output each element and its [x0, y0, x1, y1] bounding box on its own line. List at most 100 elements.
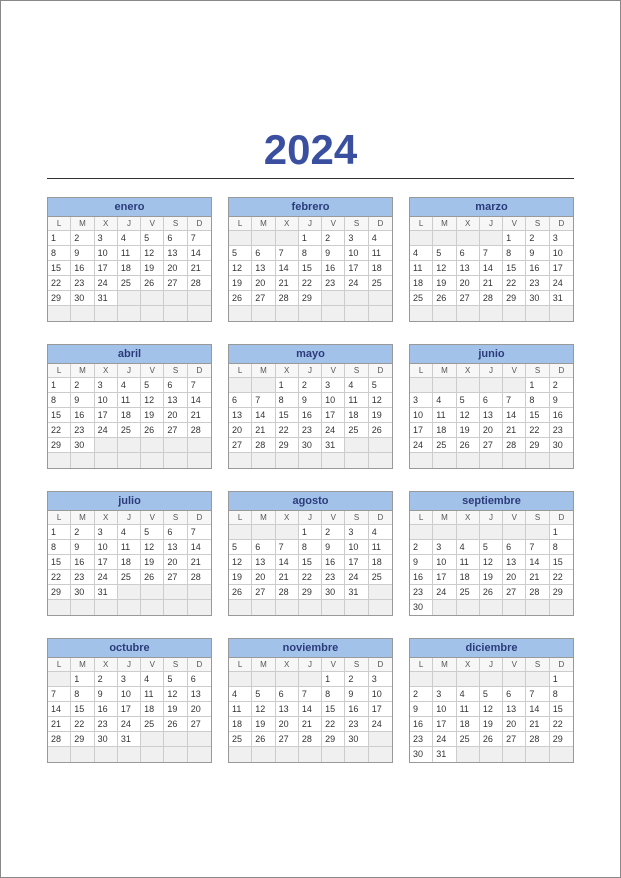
day-cell: 22 — [550, 717, 573, 732]
day-cell: 26 — [457, 438, 480, 453]
week-row: 30 — [410, 600, 573, 615]
day-cell: 27 — [503, 585, 526, 600]
day-cell: 3 — [345, 231, 368, 246]
weekday-header: L — [410, 217, 433, 231]
day-cell — [118, 306, 141, 321]
day-cell: 24 — [433, 585, 456, 600]
day-cell — [480, 672, 503, 687]
day-cell: 26 — [229, 585, 252, 600]
day-cell: 11 — [118, 246, 141, 261]
months-grid: eneroLMXJVSD1234567891011121314151617181… — [47, 197, 574, 763]
day-cell: 1 — [48, 378, 71, 393]
day-cell: 22 — [71, 717, 94, 732]
day-cell — [526, 600, 549, 615]
day-cell: 17 — [95, 261, 118, 276]
weekday-header: M — [433, 217, 456, 231]
day-cell: 28 — [188, 570, 211, 585]
day-cell: 12 — [229, 555, 252, 570]
day-cell: 26 — [480, 732, 503, 747]
day-cell: 23 — [410, 585, 433, 600]
day-cell: 16 — [322, 555, 345, 570]
week-row: 26272829 — [229, 291, 392, 306]
day-cell — [369, 747, 392, 762]
day-cell — [188, 291, 211, 306]
weekday-header: J — [118, 658, 141, 672]
day-cell: 24 — [345, 276, 368, 291]
week-row: 567891011 — [229, 246, 392, 261]
day-cell: 13 — [252, 555, 275, 570]
day-cell: 19 — [229, 570, 252, 585]
month-name: febrero — [229, 198, 392, 217]
day-cell: 30 — [410, 747, 433, 762]
day-cell — [276, 747, 299, 762]
weekday-header: J — [118, 217, 141, 231]
day-cell — [433, 453, 456, 468]
day-cell: 22 — [48, 276, 71, 291]
day-cell: 28 — [252, 438, 275, 453]
day-cell: 16 — [71, 555, 94, 570]
day-cell: 6 — [503, 687, 526, 702]
day-cell: 16 — [95, 702, 118, 717]
day-cell: 9 — [410, 555, 433, 570]
day-cell — [322, 600, 345, 615]
day-cell: 22 — [276, 423, 299, 438]
day-cell: 17 — [550, 261, 573, 276]
day-cell — [526, 453, 549, 468]
week-row — [48, 453, 211, 468]
day-cell — [95, 306, 118, 321]
day-cell: 20 — [164, 261, 187, 276]
weekday-header: S — [345, 658, 368, 672]
day-cell: 11 — [410, 261, 433, 276]
month-name: julio — [48, 492, 211, 511]
day-cell: 12 — [457, 408, 480, 423]
day-cell: 2 — [71, 525, 94, 540]
day-cell: 31 — [345, 585, 368, 600]
day-cell: 27 — [252, 291, 275, 306]
day-cell: 7 — [252, 393, 275, 408]
day-cell: 7 — [188, 378, 211, 393]
weekday-header: V — [503, 658, 526, 672]
weekday-header: D — [188, 511, 211, 525]
day-cell: 7 — [188, 231, 211, 246]
day-cell: 18 — [457, 717, 480, 732]
weekday-header: M — [252, 217, 275, 231]
week-row: 12131415161718 — [229, 261, 392, 276]
day-cell — [252, 231, 275, 246]
day-cell: 5 — [457, 393, 480, 408]
day-cell: 14 — [48, 702, 71, 717]
day-cell — [164, 585, 187, 600]
day-cell — [457, 453, 480, 468]
day-cell: 4 — [118, 231, 141, 246]
day-cell — [345, 291, 368, 306]
week-row — [229, 747, 392, 762]
weekday-header: V — [503, 364, 526, 378]
day-cell: 15 — [299, 555, 322, 570]
weekday-header: D — [188, 364, 211, 378]
month-junio: junioLMXJVSD1234567891011121314151617181… — [409, 344, 574, 469]
day-cell: 7 — [526, 540, 549, 555]
day-cell: 13 — [229, 408, 252, 423]
day-cell — [433, 378, 456, 393]
day-cell: 5 — [433, 246, 456, 261]
day-cell: 6 — [503, 540, 526, 555]
day-cell: 17 — [369, 702, 392, 717]
day-cell — [457, 525, 480, 540]
day-cell — [252, 600, 275, 615]
day-cell: 13 — [276, 702, 299, 717]
day-cell — [299, 306, 322, 321]
week-row: 16171819202122 — [410, 717, 573, 732]
day-cell: 23 — [526, 276, 549, 291]
day-cell: 8 — [503, 246, 526, 261]
weekday-header: D — [188, 658, 211, 672]
weekday-header: J — [480, 511, 503, 525]
day-cell — [164, 291, 187, 306]
day-cell: 9 — [410, 702, 433, 717]
week-row: 567891011 — [229, 540, 392, 555]
day-cell — [141, 732, 164, 747]
day-cell — [369, 732, 392, 747]
day-cell — [252, 453, 275, 468]
day-cell: 10 — [433, 555, 456, 570]
day-cell: 29 — [48, 438, 71, 453]
day-cell: 11 — [457, 702, 480, 717]
day-cell: 4 — [369, 231, 392, 246]
